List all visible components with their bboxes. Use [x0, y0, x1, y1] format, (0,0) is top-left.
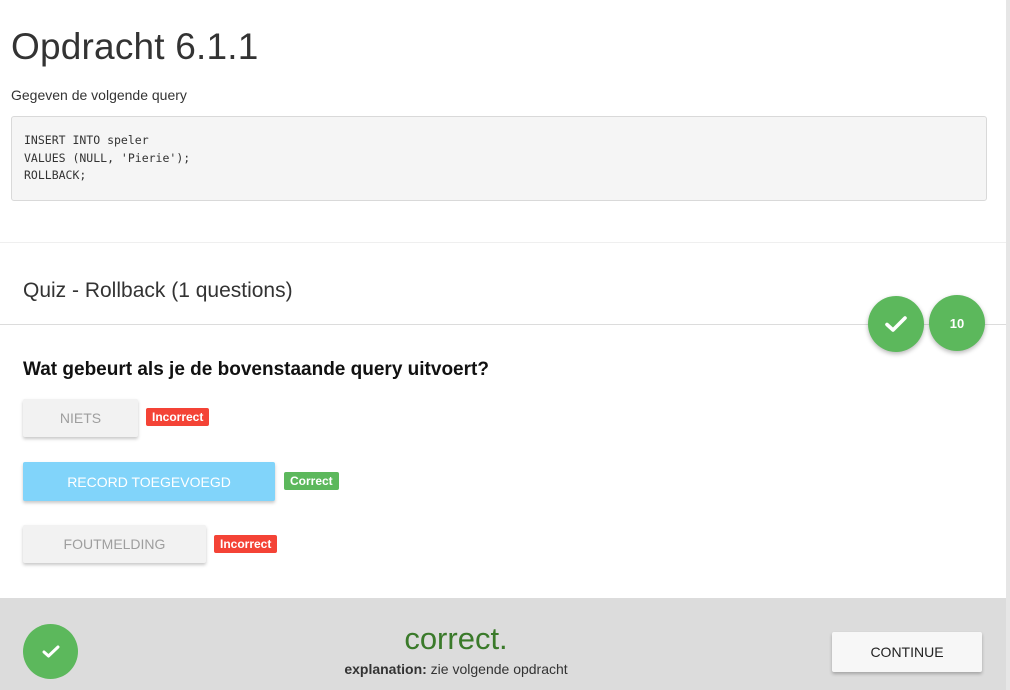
question-text: Wat gebeurt als je de bovenstaande query… [23, 359, 489, 380]
feedback-footer: correct. explanation: zie volgende opdra… [0, 598, 1006, 690]
scrollbar-track[interactable] [1006, 0, 1010, 690]
explanation-text: zie volgende opdracht [426, 661, 568, 677]
answer-button-foutmelding[interactable]: FOUTMELDING [23, 525, 206, 563]
divider [0, 324, 1006, 325]
result-text: correct. [404, 621, 508, 656]
answer-button-niets[interactable]: NIETS [23, 399, 138, 437]
quiz-title: Quiz - Rollback (1 questions) [23, 279, 293, 302]
result-badge-incorrect: Incorrect [146, 408, 210, 426]
intro-text: Gegeven de volgende query [11, 87, 187, 103]
result-badge-correct: Correct [284, 472, 339, 490]
page-title: Opdracht 6.1.1 [11, 26, 259, 67]
result-badge-incorrect: Incorrect [214, 535, 278, 553]
continue-button[interactable]: CONTINUE [832, 632, 982, 672]
answer-button-record-toegevoegd[interactable]: RECORD TOEGEVOEGD [23, 462, 275, 501]
divider [0, 242, 1006, 243]
explanation: explanation: zie volgende opdracht [0, 661, 912, 677]
code-block: INSERT INTO speler VALUES (NULL, 'Pierie… [11, 116, 987, 201]
score-badge: 10 [929, 295, 985, 351]
check-icon [885, 316, 907, 332]
explanation-label: explanation: [344, 661, 427, 677]
quiz-complete-badge [868, 296, 924, 352]
